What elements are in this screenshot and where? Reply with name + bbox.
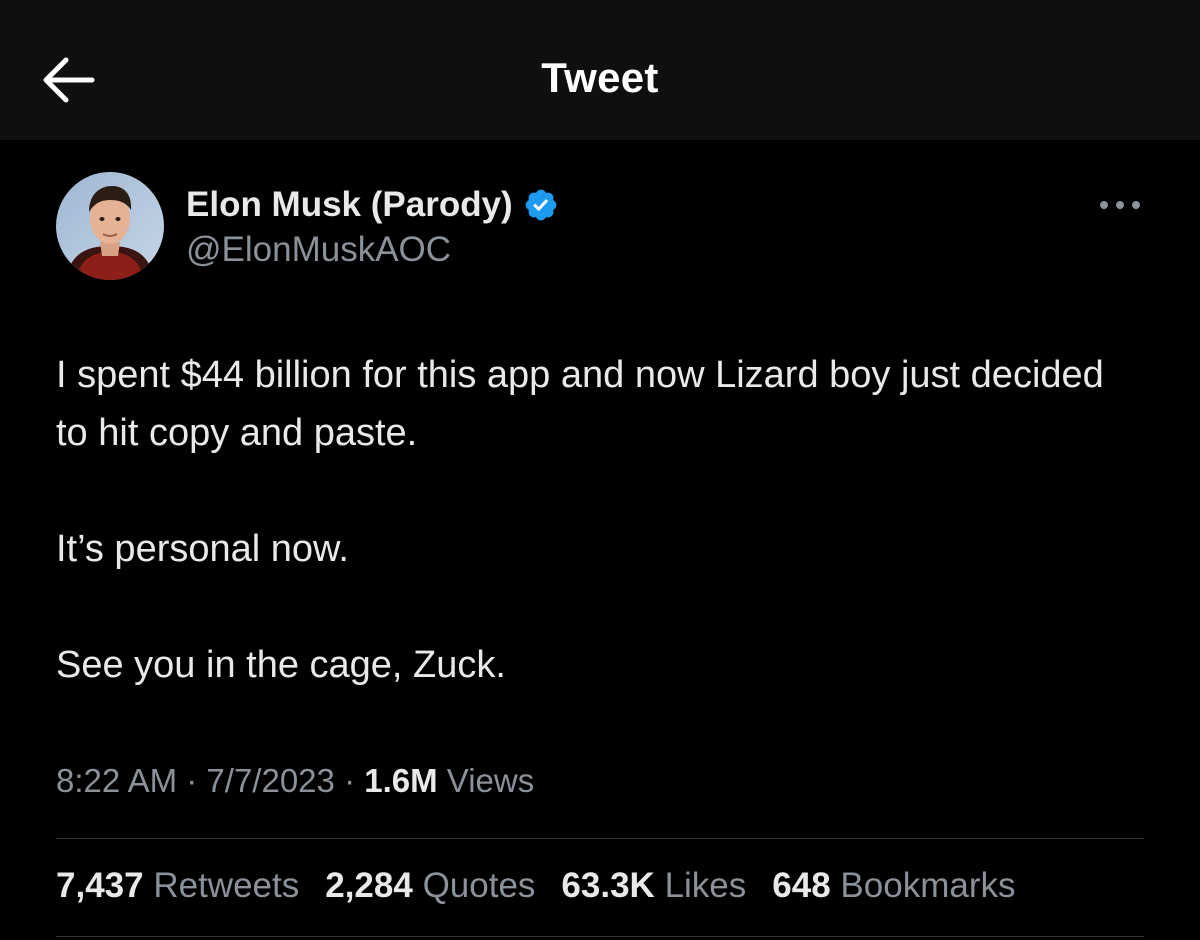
stat-count: 648 <box>772 866 831 905</box>
stat-count: 7,437 <box>56 866 144 905</box>
stat-likes[interactable]: 63.3K Likes <box>561 866 746 906</box>
top-bar: Tweet <box>0 0 1200 140</box>
stat-label: Retweets <box>153 866 300 905</box>
tweet-paragraph: It’s personal now. <box>56 528 349 570</box>
display-name[interactable]: Elon Musk (Parody) <box>186 185 513 225</box>
tweet-time[interactable]: 8:22 AM <box>56 762 177 799</box>
tweet-paragraph: I spent $44 billion for this app and now… <box>56 354 1104 454</box>
meta-separator: · <box>186 762 198 799</box>
tweet-date[interactable]: 7/7/2023 <box>206 762 334 799</box>
avatar[interactable] <box>56 172 164 280</box>
page-title: Tweet <box>541 54 659 101</box>
stat-bookmarks[interactable]: 648 Bookmarks <box>772 866 1015 906</box>
stat-label: Bookmarks <box>840 866 1016 905</box>
divider <box>56 936 1144 937</box>
views-label: Views <box>446 762 535 799</box>
verified-badge-icon <box>525 189 557 221</box>
more-horizontal-icon <box>1100 201 1140 209</box>
stat-label: Likes <box>664 866 747 905</box>
more-options-button[interactable] <box>1094 192 1146 218</box>
author-name-row[interactable]: Elon Musk (Parody) <box>186 182 559 228</box>
tweet-meta: 8:22 AM · 7/7/2023 · 1.6M Views <box>56 762 534 800</box>
views-count: 1.6M <box>364 762 438 799</box>
engagement-stats: 7,437 Retweets 2,284 Quotes 63.3K Likes … <box>56 866 1041 906</box>
stat-label: Quotes <box>422 866 536 905</box>
stat-quotes[interactable]: 2,284 Quotes <box>325 866 535 906</box>
author-handle[interactable]: @ElonMuskAOC <box>186 230 451 270</box>
stat-count: 2,284 <box>325 866 413 905</box>
tweet-paragraph: See you in the cage, Zuck. <box>56 644 506 686</box>
meta-separator: · <box>344 762 356 799</box>
stat-count: 63.3K <box>561 866 655 905</box>
divider <box>56 838 1144 839</box>
stat-retweets[interactable]: 7,437 Retweets <box>56 866 299 906</box>
tweet-text: I spent $44 billion for this app and now… <box>56 346 1146 694</box>
